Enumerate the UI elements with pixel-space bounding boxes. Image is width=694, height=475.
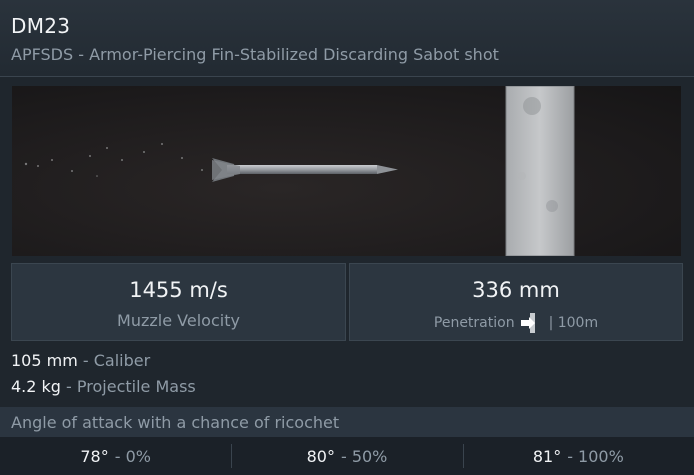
shell-type: APFSDS - Armor-Piercing Fin-Stabilized D…: [11, 45, 499, 64]
shell-preview-image: [12, 86, 681, 256]
ricochet-table: 78° - 0% 80° - 50% 81° - 100%: [0, 437, 694, 475]
mass-label: - Projectile Mass: [66, 377, 196, 396]
penetration-range: | 100m: [548, 315, 599, 331]
ricochet-title: Angle of attack with a chance of ricoche…: [11, 413, 340, 432]
penetration-value: 336 mm: [472, 278, 560, 302]
property-mass: 4.2 kg - Projectile Mass: [11, 374, 196, 400]
ricochet-angle: 81°: [532, 446, 562, 466]
ricochet-header: Angle of attack with a chance of ricoche…: [0, 407, 694, 437]
ricochet-entry: 78° - 0%: [0, 437, 231, 475]
penetration-label: Penetration: [433, 315, 515, 331]
muzzle-velocity-value: 1455 m/s: [129, 278, 228, 302]
penetration-stat: 336 mm Penetration | 100m: [349, 263, 683, 341]
caliber-label: - Caliber: [82, 351, 151, 370]
ricochet-angle: 78°: [80, 446, 109, 466]
muzzle-velocity-label: Muzzle Velocity: [117, 311, 240, 330]
penetration-label-row: Penetration | 100m: [350, 313, 682, 333]
shell-name: DM23: [11, 14, 71, 38]
shell-header: DM23 APFSDS - Armor-Piercing Fin-Stabili…: [0, 0, 694, 77]
caliber-value: 105 mm: [11, 351, 78, 370]
property-caliber: 105 mm - Caliber: [11, 348, 196, 374]
ricochet-chance: - 100%: [567, 446, 624, 466]
muzzle-velocity-stat: 1455 m/s Muzzle Velocity: [11, 263, 346, 341]
armor-plate: [505, 86, 575, 256]
mass-value: 4.2 kg: [11, 377, 61, 396]
ricochet-entry: 81° - 100%: [462, 437, 694, 475]
penetrator-projectile: [212, 158, 398, 182]
shell-properties: 105 mm - Caliber 4.2 kg - Projectile Mas…: [11, 348, 196, 400]
penetration-icon: [520, 313, 543, 333]
ricochet-angle: 80°: [306, 446, 335, 466]
ricochet-chance: - 0%: [114, 446, 151, 466]
ricochet-entry: 80° - 50%: [231, 437, 462, 475]
ricochet-chance: - 50%: [340, 446, 388, 466]
debris-particles: [24, 143, 203, 177]
